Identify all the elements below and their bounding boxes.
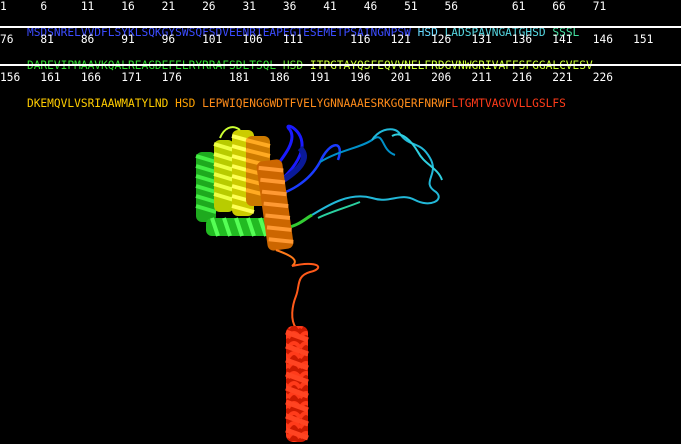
- residue-numbers: 1 6 11 16 21 26 31 36 41 46 51 56 61 66 …: [0, 0, 607, 13]
- residue-numbers: 76 81 86 91 96 101 106 111 116 121 126 1…: [0, 33, 654, 46]
- orange-helix-bundle: [245, 136, 296, 267]
- residue-numbers: 156 161 166 171 176 181 186 191 196 201 …: [0, 71, 613, 84]
- protein-structure-viewer[interactable]: [0, 100, 681, 444]
- row-divider: [0, 26, 681, 28]
- c-terminal-linker: [291, 262, 320, 329]
- cyan-loop: [311, 128, 443, 219]
- transmembrane-helix: [285, 326, 309, 442]
- row-divider: [0, 64, 681, 66]
